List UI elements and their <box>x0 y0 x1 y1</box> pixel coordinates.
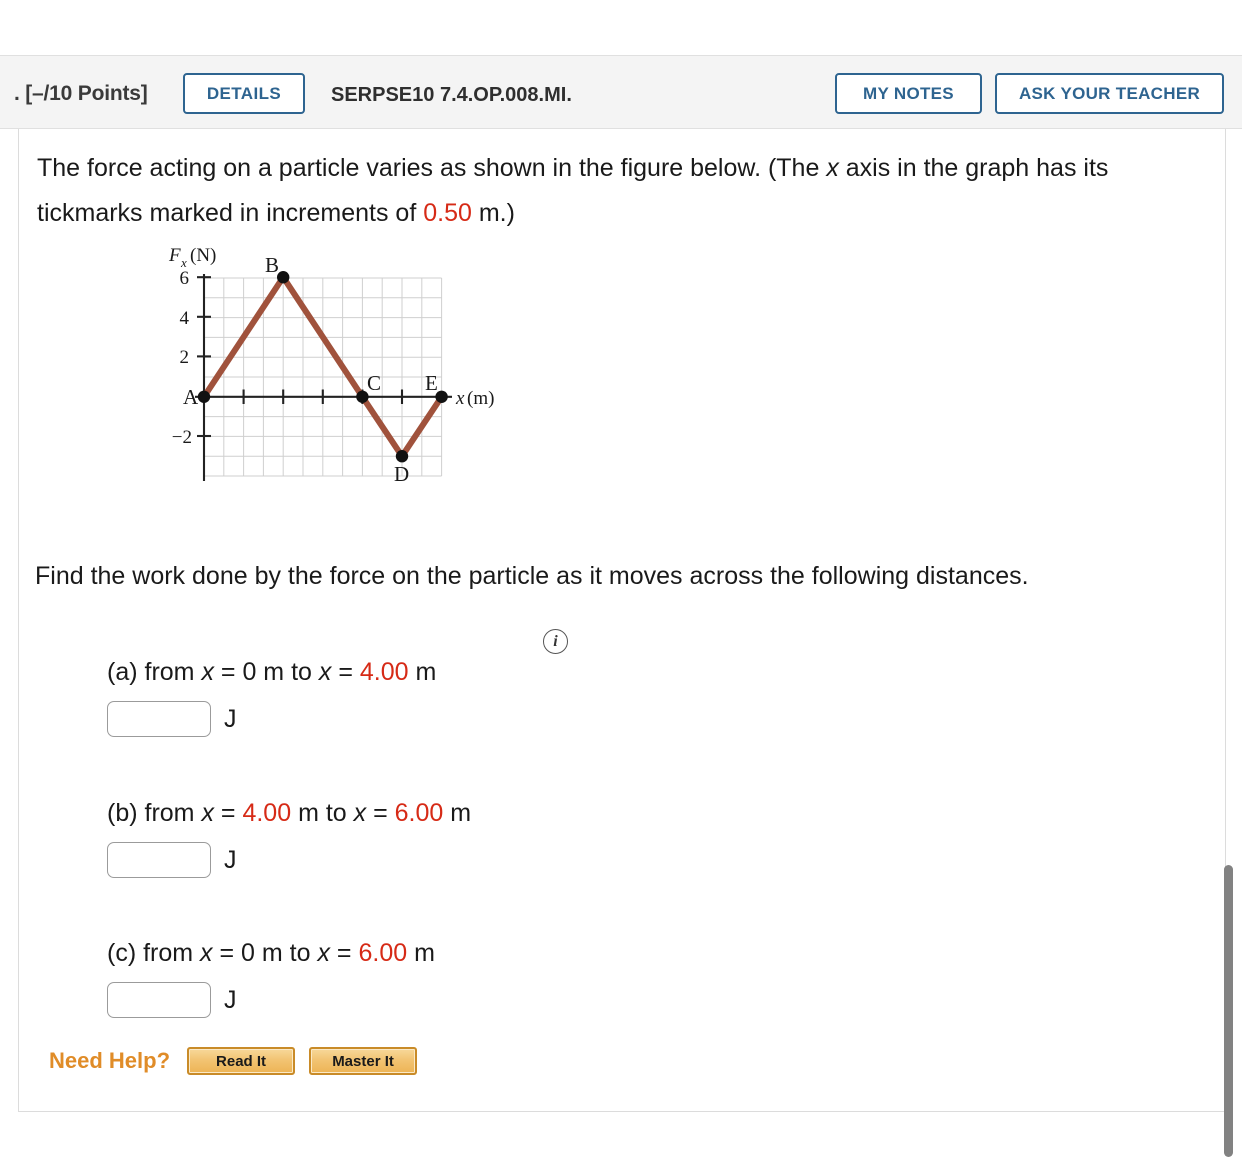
svg-text:2: 2 <box>180 347 190 368</box>
intro-text-part-1: The force acting on a particle varies as… <box>37 154 827 182</box>
part-b-prompt: (b) from x = 4.00 m to x = 6.00 m <box>107 799 471 828</box>
part-b-from-unit: m to <box>291 799 354 827</box>
part-c-var-1: x <box>200 939 213 967</box>
part-a-answer-input[interactable] <box>107 701 211 737</box>
question-card: The force acting on a particle varies as… <box>18 129 1226 1112</box>
part-c-unit-label: J <box>224 985 237 1014</box>
part-a-eq-1: = <box>213 658 243 686</box>
intro-text-part-3: m.) <box>471 199 515 227</box>
part-c-from-value: 0 <box>241 939 255 967</box>
part-a-prefix: (a) from <box>107 658 202 686</box>
find-work-instruction: Find the work done by the force on the p… <box>35 562 1029 590</box>
part-c-to-value: 6.00 <box>358 939 408 967</box>
part-c-answer-input[interactable] <box>107 982 211 1018</box>
point-label-a: A <box>183 385 199 409</box>
part-a-var-2: x <box>318 658 332 686</box>
y-axis-tick-labels: 6 4 2 −2 <box>172 268 192 448</box>
part-a-var-1: x <box>201 658 214 686</box>
need-help-label: Need Help? <box>49 1048 171 1073</box>
part-b-answer-row: J <box>107 842 237 878</box>
my-notes-button[interactable]: MY NOTES <box>835 73 982 114</box>
part-a-unit-label: J <box>224 704 237 733</box>
part-b-to-unit: m <box>443 799 472 827</box>
vertical-scrollbar-track[interactable] <box>1224 0 1242 1157</box>
point-label-e: E <box>425 371 438 395</box>
part-a-answer-row: J <box>107 701 237 737</box>
ask-your-teacher-button[interactable]: ASK YOUR TEACHER <box>995 73 1224 114</box>
need-help-bar: Need Help? Read It Master It <box>49 1047 431 1075</box>
intro-increment-value: 0.50 <box>423 199 472 227</box>
part-b-unit-label: J <box>224 845 237 874</box>
part-b-from-value: 4.00 <box>242 799 292 827</box>
y-axis-unit-label: (N) <box>190 245 216 266</box>
part-a-prompt: (a) from x = 0 m to x = 4.00 m <box>107 658 436 687</box>
x-axis-label: x <box>455 388 465 409</box>
part-b-prefix: (b) from <box>107 799 202 827</box>
part-c-to-unit: m <box>407 939 435 967</box>
part-b-var-1: x <box>201 799 214 827</box>
info-icon[interactable]: i <box>543 629 568 654</box>
points-label: . [–/10 Points] <box>14 82 148 105</box>
part-c-prompt: (c) from x = 0 m to x = 6.00 m <box>107 939 435 968</box>
part-b-var-2: x <box>353 799 367 827</box>
part-c-eq-2: = <box>329 939 359 967</box>
svg-text:−2: −2 <box>172 427 192 448</box>
point-label-c: C <box>367 371 381 395</box>
part-c-from-unit: m to <box>254 939 318 967</box>
part-a-from-value: 0 <box>242 658 257 686</box>
part-a-to-value: 4.00 <box>359 658 409 686</box>
part-b-to-value: 6.00 <box>394 799 444 827</box>
read-it-button[interactable]: Read It <box>187 1047 296 1075</box>
intro-italic-x-1: x <box>826 154 839 182</box>
part-b-eq-2: = <box>366 799 395 827</box>
part-c-answer-row: J <box>107 982 237 1018</box>
point-label-b: B <box>265 253 279 277</box>
part-c-prefix: (c) from <box>107 939 201 967</box>
part-b-eq-1: = <box>213 799 243 827</box>
part-a-from-unit: m to <box>256 658 319 686</box>
x-axis-unit-label: (m) <box>467 388 494 409</box>
y-axis-label: F <box>168 245 181 266</box>
graph-svg: F x (N) 6 4 2 −2 A B C D E x (m) <box>168 245 494 486</box>
part-a-eq-2: = <box>331 658 360 686</box>
part-b-answer-input[interactable] <box>107 842 211 878</box>
vertical-scrollbar-thumb[interactable] <box>1224 865 1233 1157</box>
svg-text:4: 4 <box>180 308 190 329</box>
point-label-d: D <box>394 462 409 486</box>
master-it-button[interactable]: Master It <box>309 1047 418 1075</box>
part-c-var-2: x <box>317 939 330 967</box>
part-a-to-unit: m <box>408 658 437 686</box>
question-intro-text: The force acting on a particle varies as… <box>37 146 1197 236</box>
svg-text:6: 6 <box>180 268 190 289</box>
details-button[interactable]: DETAILS <box>183 73 305 114</box>
part-c-eq-1: = <box>212 939 242 967</box>
force-vs-position-graph: F x (N) 6 4 2 −2 A B C D E x (m) <box>149 238 579 528</box>
question-code-label: SERPSE10 7.4.OP.008.MI. <box>331 84 572 106</box>
